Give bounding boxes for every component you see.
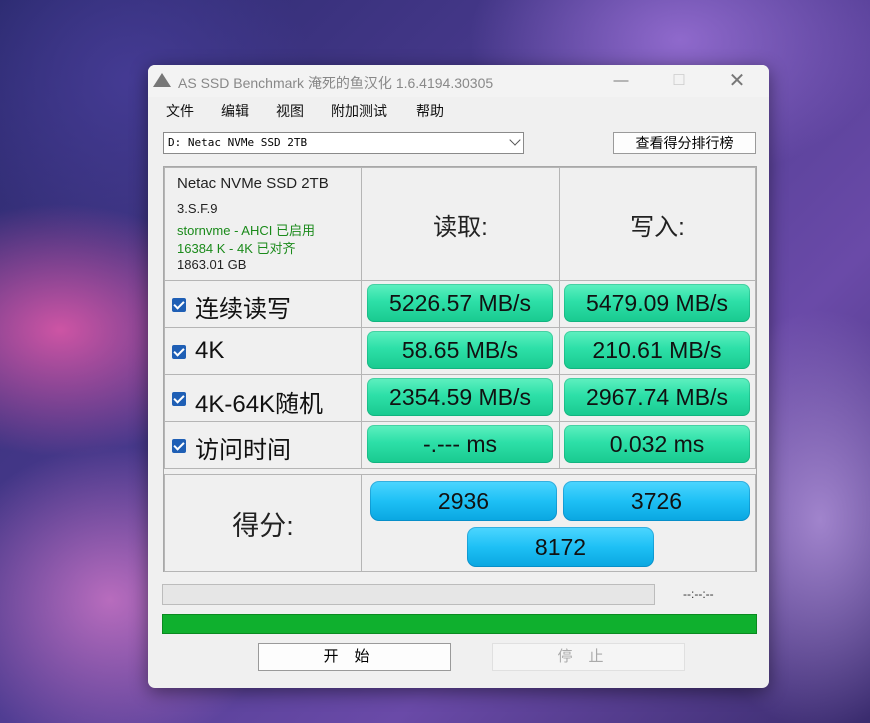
test-row-seq: 连续读写: [164, 280, 362, 328]
score-write: 3726: [563, 481, 750, 521]
checkbox-checked-icon[interactable]: [172, 298, 186, 312]
test-label-seq: 连续读写: [195, 296, 291, 323]
close-button[interactable]: ✕: [714, 69, 760, 93]
results-grid: Netac NVMe SSD 2TB 3.S.F.9 stornvme - AH…: [163, 166, 757, 572]
score-panel: 2936 3726 8172: [361, 474, 756, 572]
read-cell-4k64: 2354.59 MB/s: [361, 374, 560, 422]
checkbox-checked-icon[interactable]: [172, 392, 186, 406]
app-triangle-icon: [153, 73, 171, 87]
test-row-4k64: 4K-64K随机: [164, 374, 362, 422]
chevron-down-icon: [509, 134, 521, 146]
drive-capacity: 1863.01 GB: [177, 257, 247, 272]
write-result-seq: 5479.09 MB/s: [564, 284, 750, 322]
checkbox-checked-icon[interactable]: [172, 439, 186, 453]
write-result-4k64: 2967.74 MB/s: [564, 378, 750, 416]
drive-firmware: 3.S.F.9: [177, 201, 218, 216]
read-cell-seq: 5226.57 MB/s: [361, 280, 560, 328]
menu-help[interactable]: 帮助: [416, 101, 444, 121]
test-label-4k: 4K: [195, 337, 225, 364]
title-bar[interactable]: AS SSD Benchmark 淹死的鱼汉化 1.6.4194.30305 —…: [148, 65, 769, 97]
read-result-4k64: 2354.59 MB/s: [367, 378, 553, 416]
checkbox-checked-icon[interactable]: [172, 345, 186, 359]
test-label-4k64: 4K-64K随机: [195, 391, 324, 418]
stop-button[interactable]: 停止: [492, 643, 685, 671]
drive-alignment: 16384 K - 4K 已对齐: [177, 241, 296, 256]
write-header: 写入:: [559, 167, 756, 281]
maximize-button[interactable]: ☐: [656, 69, 702, 93]
drive-select[interactable]: D: Netac NVMe SSD 2TB: [163, 132, 524, 154]
write-cell-access: 0.032 ms: [559, 421, 756, 469]
write-cell-4k: 210.61 MB/s: [559, 327, 756, 375]
write-cell-4k64: 2967.74 MB/s: [559, 374, 756, 422]
score-total: 8172: [467, 527, 654, 567]
test-row-access: 访问时间: [164, 421, 362, 469]
test-label-access: 访问时间: [195, 437, 291, 464]
total-progress-bar: [162, 614, 757, 634]
read-result-4k: 58.65 MB/s: [367, 331, 553, 369]
drive-select-value: D: Netac NVMe SSD 2TB: [168, 136, 308, 149]
menu-edit[interactable]: 编辑: [221, 101, 249, 121]
app-window: AS SSD Benchmark 淹死的鱼汉化 1.6.4194.30305 —…: [148, 65, 769, 688]
menu-file[interactable]: 文件: [166, 101, 194, 121]
test-row-4k: 4K: [164, 327, 362, 375]
minimize-button[interactable]: —: [598, 69, 644, 93]
read-header: 读取:: [361, 167, 560, 281]
window-title: AS SSD Benchmark 淹死的鱼汉化 1.6.4194.30305: [178, 75, 494, 91]
write-result-4k: 210.61 MB/s: [564, 331, 750, 369]
drive-info-panel: Netac NVMe SSD 2TB 3.S.F.9 stornvme - AH…: [164, 167, 362, 281]
write-result-access: 0.032 ms: [564, 425, 750, 463]
read-cell-access: -.--- ms: [361, 421, 560, 469]
score-label: 得分:: [164, 474, 362, 572]
menu-extra-tests[interactable]: 附加测试: [331, 101, 387, 121]
test-progress-bar: [162, 584, 655, 605]
write-cell-seq: 5479.09 MB/s: [559, 280, 756, 328]
score-ranking-button[interactable]: 查看得分排行榜: [613, 132, 756, 154]
menu-view[interactable]: 视图: [276, 101, 304, 121]
start-button[interactable]: 开始: [258, 643, 451, 671]
score-read: 2936: [370, 481, 557, 521]
drive-model: Netac NVMe SSD 2TB: [177, 175, 329, 192]
read-result-seq: 5226.57 MB/s: [367, 284, 553, 322]
drive-driver: stornvme - AHCI 已启用: [177, 223, 315, 238]
elapsed-timer: --:--:--: [683, 587, 714, 601]
read-cell-4k: 58.65 MB/s: [361, 327, 560, 375]
read-result-access: -.--- ms: [367, 425, 553, 463]
